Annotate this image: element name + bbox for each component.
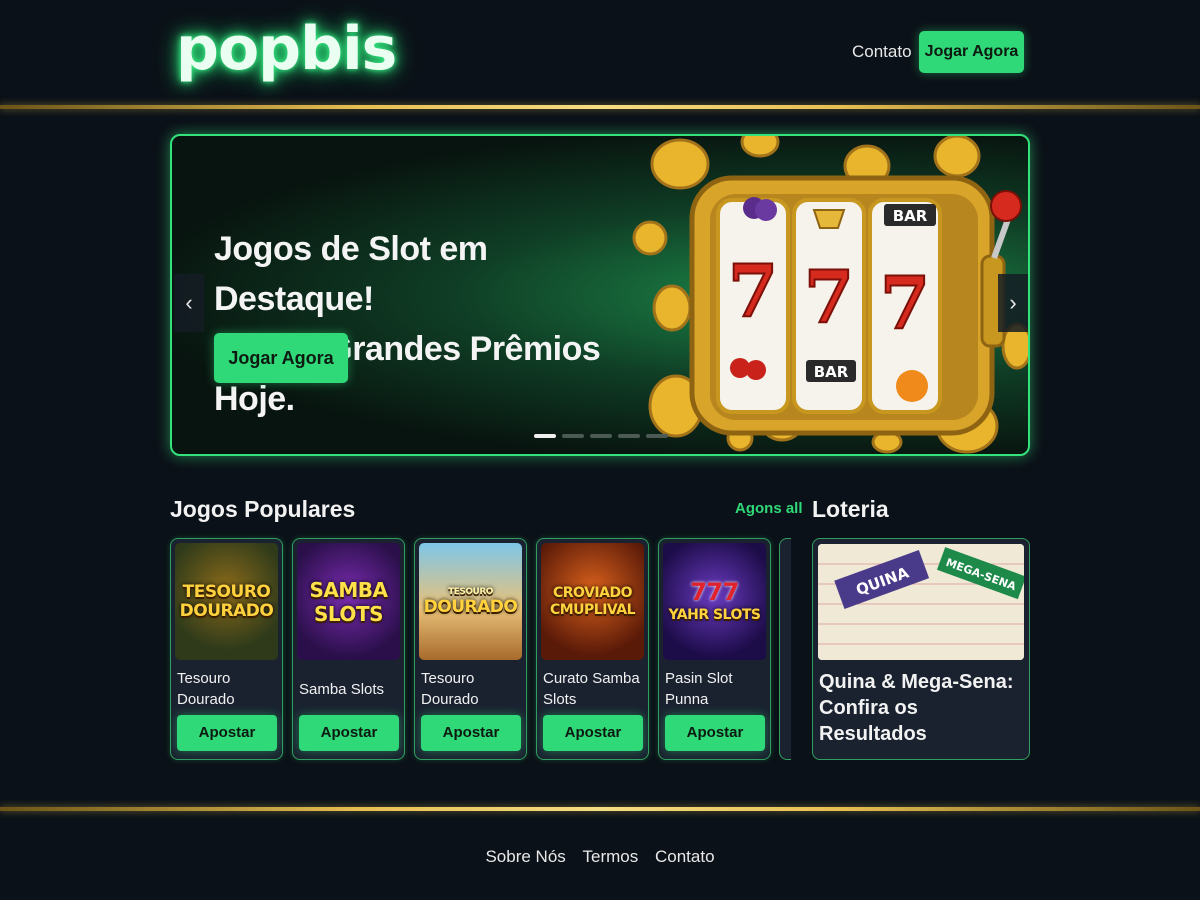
lottery-headline[interactable]: Quina & Mega-Sena: Confira os Resultados — [819, 669, 1025, 747]
game-name: Tesouro Dourado — [177, 670, 235, 708]
reel-bar-top: BAR — [893, 207, 928, 225]
carousel-prev-button[interactable]: ‹ — [174, 274, 204, 332]
game-name: Samba Slots — [299, 680, 385, 698]
game-thumbnail[interactable]: TESOURO DOURADO — [419, 543, 522, 660]
carousel-dot[interactable] — [646, 434, 668, 438]
game-thumbnail-title: YAHR SLOTS — [668, 607, 761, 623]
site-header: popbis Contato Jogar Agora — [0, 0, 1200, 105]
game-thumbnail[interactable]: 777 YAHR SLOTS — [663, 543, 766, 660]
game-thumbnail-subtitle: 777 — [690, 578, 739, 606]
nav-link-contato[interactable]: Contato — [852, 42, 912, 62]
game-card-partial[interactable] — [779, 538, 791, 760]
game-thumbnail-title: DOURADO — [423, 596, 518, 617]
game-thumbnail[interactable]: TESOURO DOURADO — [175, 543, 278, 660]
game-card[interactable]: TESOURO DOURADO Tesouro Dourado Apostar — [414, 538, 527, 760]
game-card[interactable]: SAMBA SLOTS Samba Slots Apostar — [292, 538, 405, 760]
footer-divider — [0, 807, 1200, 811]
carousel-dot[interactable] — [618, 434, 640, 438]
footer-link-contato[interactable]: Contato — [655, 847, 715, 866]
header-divider — [0, 105, 1200, 109]
hero-headline-line1: Jogos de Slot em Destaque! — [214, 230, 488, 318]
game-thumbnail[interactable]: SAMBA SLOTS — [297, 543, 400, 660]
footer-nav: Sobre Nós Termos Contato — [0, 847, 1200, 867]
game-name: Pasin Slot Punna — [665, 670, 733, 708]
site-logo[interactable]: popbis — [176, 14, 397, 84]
lottery-title: Loteria — [812, 496, 889, 522]
bet-button[interactable]: Apostar — [421, 715, 521, 751]
game-card[interactable]: 777 YAHR SLOTS Pasin Slot Punna Apostar — [658, 538, 771, 760]
reel-seven-3: 7 — [880, 260, 930, 345]
lottery-card[interactable]: QUINA MEGA-SENA Quina & Mega-Sena: Confi… — [812, 538, 1030, 760]
chevron-left-icon: ‹ — [185, 290, 193, 315]
game-name: Tesouro Dourado — [421, 670, 479, 708]
game-name: Curato Samba Slots — [543, 670, 640, 708]
game-thumbnail-title: CROVIADO CMUPLIVAL — [549, 584, 636, 618]
game-card[interactable]: CROVIADO CMUPLIVAL Curato Samba Slots Ap… — [536, 538, 649, 760]
hero-headline: Jogos de Slot em Destaque! Ganhe Grandes… — [214, 224, 654, 424]
lottery-tickets-illustration: QUINA MEGA-SENA — [818, 544, 1024, 660]
footer-link-termos[interactable]: Termos — [583, 847, 639, 866]
lottery-tickets-image[interactable]: QUINA MEGA-SENA — [818, 544, 1024, 660]
game-thumbnail-title: SAMBA SLOTS — [309, 577, 388, 626]
reel-seven-1: 7 — [728, 248, 778, 333]
game-thumbnail-title: TESOURO DOURADO — [179, 581, 274, 621]
footer-link-sobre-nos[interactable]: Sobre Nós — [485, 847, 565, 866]
carousel-dot[interactable] — [590, 434, 612, 438]
header-play-now-button[interactable]: Jogar Agora — [919, 31, 1024, 73]
carousel-dot[interactable] — [562, 434, 584, 438]
bet-button[interactable]: Apostar — [665, 715, 765, 751]
game-thumbnail[interactable]: CROVIADO CMUPLIVAL — [541, 543, 644, 660]
carousel-dot[interactable] — [534, 434, 556, 438]
game-thumbnail-subtitle: TESOURO — [448, 586, 493, 597]
bet-button[interactable]: Apostar — [177, 715, 277, 751]
bet-button[interactable]: Apostar — [543, 715, 643, 751]
carousel-indicators — [534, 434, 668, 438]
see-all-link[interactable]: Agons all — [735, 500, 803, 517]
reel-bar-bottom: BAR — [814, 363, 849, 381]
slot-machine-illustration: 7 7 7 BAR BAR — [632, 136, 1028, 454]
reel-seven-2: 7 — [804, 254, 854, 339]
carousel-next-button[interactable]: › — [998, 274, 1028, 332]
hero-banner: 7 7 7 BAR BAR Jogos de Slot em Destaque!… — [170, 134, 1030, 456]
game-card[interactable]: TESOURO DOURADO Tesouro Dourado Apostar — [170, 538, 283, 760]
chevron-right-icon: › — [1009, 290, 1017, 315]
bet-button[interactable]: Apostar — [299, 715, 399, 751]
popular-games-title: Jogos Populares — [170, 496, 356, 522]
hero-play-now-button[interactable]: Jogar Agora — [214, 333, 348, 383]
